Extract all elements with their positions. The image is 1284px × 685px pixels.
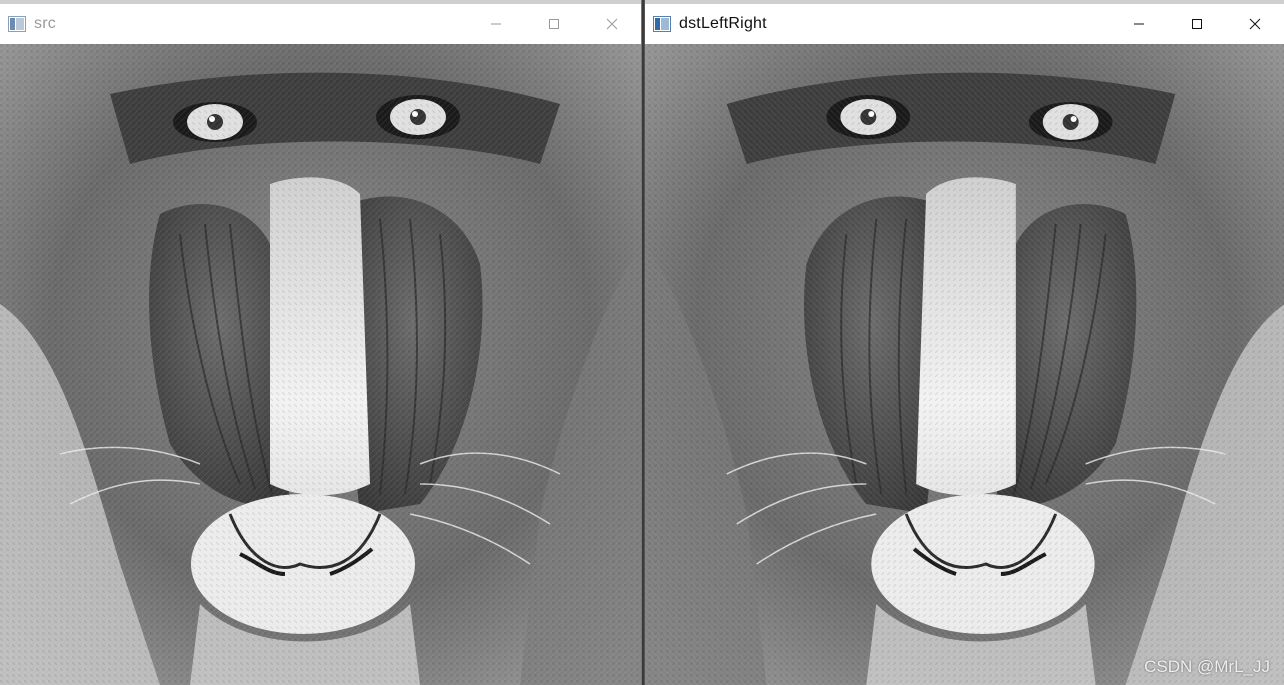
window-src[interactable]: src — [0, 0, 642, 685]
mandrill-image — [0, 44, 641, 685]
close-icon — [1249, 18, 1261, 30]
maximize-button[interactable] — [1168, 4, 1226, 44]
close-icon — [606, 18, 618, 30]
maximize-icon — [549, 19, 559, 29]
minimize-button[interactable] — [467, 4, 525, 44]
image-canvas-dstLeftRight: CSDN @MrL_JJ — [645, 44, 1284, 685]
titlebar-dstLeftRight[interactable]: dstLeftRight — [645, 0, 1284, 44]
image-canvas-src — [0, 44, 641, 685]
window-title: dstLeftRight — [679, 15, 767, 32]
titlebar-src[interactable]: src — [0, 0, 641, 44]
close-button[interactable] — [583, 4, 641, 44]
minimize-button[interactable] — [1110, 4, 1168, 44]
minimize-icon — [1134, 23, 1144, 25]
app-window-icon — [8, 16, 26, 32]
minimize-icon — [491, 23, 501, 25]
window-title: src — [34, 15, 56, 32]
window-controls — [1110, 4, 1284, 44]
window-controls — [467, 4, 641, 44]
close-button[interactable] — [1226, 4, 1284, 44]
watermark-text: CSDN @MrL_JJ — [1144, 657, 1270, 676]
app-window-icon — [653, 16, 671, 32]
mandrill-image-flipped — [645, 44, 1284, 685]
maximize-icon — [1192, 19, 1202, 29]
desktop: src dstLeftRight CSDN @MrL_JJ — [0, 0, 1284, 685]
maximize-button[interactable] — [525, 4, 583, 44]
window-dstLeftRight[interactable]: dstLeftRight CSDN @MrL_JJ — [644, 0, 1284, 685]
